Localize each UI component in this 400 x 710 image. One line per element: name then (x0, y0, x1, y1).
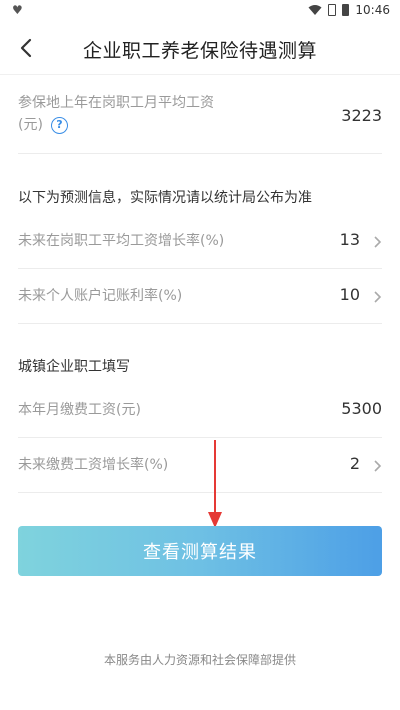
chevron-right-icon (374, 236, 382, 248)
account-rate-label: 未来个人账户记账利率(%) (18, 288, 183, 304)
base-wage-label-line1: 参保地上年在岗职工月平均工资 (18, 95, 214, 111)
base-wage-label-line2: (元) ? (18, 114, 382, 136)
footer-text: 本服务由人力资源和社会保障部提供 (103, 653, 296, 667)
battery-icon (342, 4, 350, 16)
status-right-group: 10:46 (308, 3, 390, 17)
contribution-growth-value: 2 (349, 454, 360, 473)
contribution-growth-label: 未来缴费工资增长率(%) (18, 457, 169, 473)
nav-divider (0, 74, 400, 75)
urban-section-heading: 城镇企业职工填写 (18, 359, 130, 375)
help-icon[interactable]: ? (50, 116, 68, 134)
chevron-right-icon (374, 291, 382, 303)
forecast-section-heading: 以下为预测信息，实际情况请以统计局公布为准 (18, 190, 312, 206)
wifi-icon (308, 5, 322, 15)
base-wage-value: 3223 (341, 106, 382, 125)
page-title: 企业职工养老保险待遇测算 (82, 40, 317, 62)
base-wage-unit: (元) (18, 117, 43, 133)
status-bar: ♥ 10:46 (0, 0, 400, 22)
nav-bar: 企业职工养老保险待遇测算 (0, 22, 400, 74)
wage-growth-row[interactable]: 未来在岗职工平均工资增长率(%) 13 (18, 214, 382, 269)
view-result-button[interactable]: 查看测算结果 (18, 526, 382, 576)
wage-growth-value: 13 (339, 230, 360, 249)
monthly-wage-row[interactable]: 本年月缴费工资(元) 5300 (18, 383, 382, 438)
status-time: 10:46 (355, 3, 390, 17)
status-notification-icon: ♥ (12, 3, 23, 17)
annotation-arrow-icon (208, 440, 222, 528)
chevron-right-icon (374, 460, 382, 472)
signal-icon (328, 4, 337, 16)
monthly-wage-value: 5300 (341, 399, 382, 418)
monthly-wage-label: 本年月缴费工资(元) (18, 402, 141, 418)
base-wage-row: 参保地上年在岗职工月平均工资 (元) ? 3223 (18, 92, 382, 154)
account-rate-value: 10 (339, 285, 360, 304)
wage-growth-label: 未来在岗职工平均工资增长率(%) (18, 233, 225, 249)
account-rate-row[interactable]: 未来个人账户记账利率(%) 10 (18, 269, 382, 324)
